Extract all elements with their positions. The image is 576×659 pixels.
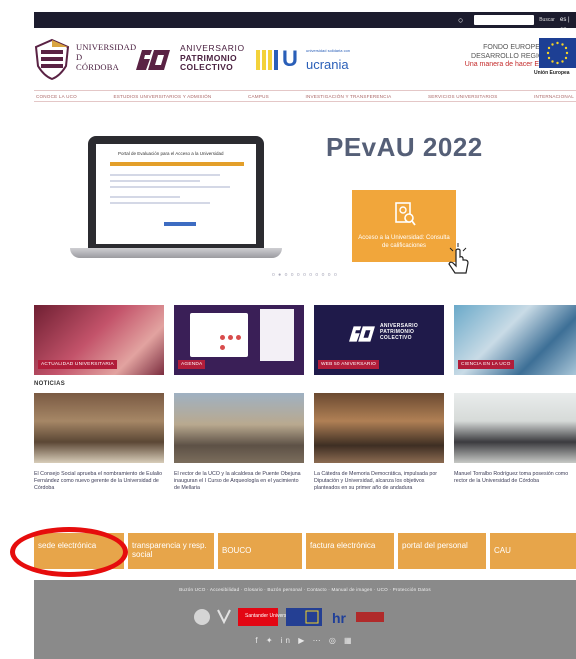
top-bar: ○ Buscar es | en	[34, 12, 576, 33]
anniversary-50-logo[interactable]	[132, 46, 174, 74]
transparencia-button[interactable]: transparencia y resp. social	[128, 533, 214, 569]
nav-item-conoce[interactable]: CONOCE LA UCO	[36, 94, 77, 99]
partner-logo	[356, 612, 384, 622]
nav-item-internacional[interactable]: INTERNACIONAL	[534, 94, 574, 99]
slider-dots[interactable]: o ● o o o o o o o o o	[272, 272, 338, 278]
news-item[interactable]: El rector de la UCO y la alcaldesa de Pu…	[174, 393, 304, 492]
news-item[interactable]: Manuel Torralbo Rodríguez toma posesión …	[454, 393, 576, 485]
cau-button[interactable]: CAU	[490, 533, 576, 569]
news-headline[interactable]: El rector de la UCO y la alcaldesa de Pu…	[174, 471, 304, 492]
eu-flag-icon	[539, 38, 576, 68]
tile-label: WEB 50 ANIVERSARIO	[318, 360, 380, 369]
laptop-image: Portal de Evaluación para el Acceso a la…	[88, 136, 264, 248]
tile-label: ACTUALIDAD UNIVERSITARIA	[38, 360, 117, 369]
bouco-button[interactable]: BOUCO	[218, 533, 302, 569]
news-section-title: NOTICIAS	[34, 381, 66, 387]
tile-web-50[interactable]: ANIVERSARIO PATRIMONIO COLECTIVO WEB 50 …	[314, 305, 444, 375]
news-image[interactable]	[174, 393, 304, 463]
news-image[interactable]	[314, 393, 444, 463]
nav-item-estudios[interactable]: ESTUDIOS UNIVERSITARIOS Y ADMISIÓN	[113, 94, 211, 99]
campus-logo-icon	[217, 609, 231, 625]
ukraine-word[interactable]: ucrania	[306, 58, 349, 72]
eu-label: Unión Europea	[534, 70, 570, 76]
header: UNIVERSIDAD D CÓRDOBA ANIVERSARIO PATRIM…	[34, 36, 576, 88]
search-input[interactable]	[474, 15, 534, 25]
tile-actualidad[interactable]: ACTUALIDAD UNIVERSITARIA	[34, 305, 164, 375]
portal-personal-button[interactable]: portal del personal	[398, 533, 486, 569]
news-image[interactable]	[454, 393, 576, 463]
nav-item-campus[interactable]: CAMPUS	[248, 94, 269, 99]
news-image[interactable]	[34, 393, 164, 463]
search-button[interactable]: Buscar	[537, 15, 557, 25]
calendar-icon	[190, 313, 248, 357]
user-icon[interactable]: ○	[458, 14, 463, 26]
laptop-screen-title: Portal de Evaluación para el Acceso a la…	[118, 151, 224, 156]
feature-tiles: ACTUALIDAD UNIVERSITARIA AGENDA ANIVERSA…	[34, 305, 576, 375]
laptop-base	[70, 248, 282, 258]
hr-logo: hr	[332, 610, 347, 626]
footer-links[interactable]: Buzón UCO · Accesibilidad · Glosario · B…	[34, 587, 576, 592]
anniversary-50-logo	[349, 326, 375, 342]
nav-item-investigacion[interactable]: INVESTIGACIÓN Y TRANSFERENCIA	[305, 94, 391, 99]
language-switch[interactable]: es | en	[560, 15, 576, 35]
news-item[interactable]: El Consejo Social aprueba el nombramient…	[34, 393, 164, 492]
social-icons[interactable]: f ✦ in ▶ ⋯ ◎ ▦	[34, 636, 576, 645]
anniversary-text: ANIVERSARIO PATRIMONIO COLECTIVO	[180, 43, 245, 72]
pevau-results-button[interactable]: Acceso a la Universidad: Consulta de cal…	[352, 190, 456, 262]
ukraine-u-logo: U	[282, 46, 298, 71]
news-headline[interactable]: El Consejo Social aprueba el nombramient…	[34, 471, 164, 492]
document-icon	[260, 309, 294, 361]
uco-seal-icon	[194, 609, 210, 625]
tile-label: CIENCIA EN LA UCO	[458, 360, 514, 369]
news-headline[interactable]: La Cátedra de Memoria Democrática, impul…	[314, 471, 444, 492]
tile-label: AGENDA	[178, 360, 206, 369]
nav-item-servicios[interactable]: SERVICIOS UNIVERSITARIOS	[428, 94, 497, 99]
uco-shield-logo[interactable]	[34, 38, 70, 80]
ukraine-small-text: universidad solidaria con	[306, 48, 351, 53]
tile-anniversary-text: ANIVERSARIO PATRIMONIO COLECTIVO	[380, 323, 419, 341]
document-search-icon	[395, 202, 416, 226]
factura-electronica-button[interactable]: factura electrónica	[306, 533, 394, 569]
tile-agenda[interactable]: AGENDA	[174, 305, 304, 375]
ukraine-bars-logo	[256, 50, 282, 70]
main-nav: CONOCE LA UCO ESTUDIOS UNIVERSITARIOS Y …	[34, 90, 576, 102]
news-headline[interactable]: Manuel Torralbo Rodríguez toma posesión …	[454, 471, 576, 485]
news-item[interactable]: La Cátedra de Memoria Democrática, impul…	[314, 393, 444, 492]
uco-name: UNIVERSIDAD D CÓRDOBA	[76, 42, 137, 72]
pevau-button-label: Acceso a la Universidad: Consulta de cal…	[358, 235, 450, 249]
footer: Buzón UCO · Accesibilidad · Glosario · B…	[34, 580, 576, 659]
news-list: El Consejo Social aprueba el nombramient…	[34, 393, 576, 513]
tile-ciencia[interactable]: CIENCIA EN LA UCO	[454, 305, 576, 375]
hand-cursor-icon	[448, 243, 469, 274]
footer-sponsor-logos: Santander Universidades hr	[194, 608, 384, 626]
highlight-annotation-circle	[10, 527, 128, 577]
hero-slider[interactable]: Portal de Evaluación para el Acceso a la…	[34, 104, 576, 294]
feder-text: FONDO EUROPEO DE DESARROLLO REGIONAL Una…	[464, 44, 557, 68]
laptop-screen-content: Portal de Evaluación para el Acceso a la…	[96, 144, 256, 244]
hero-heading: PEvAU 2022	[326, 132, 483, 162]
